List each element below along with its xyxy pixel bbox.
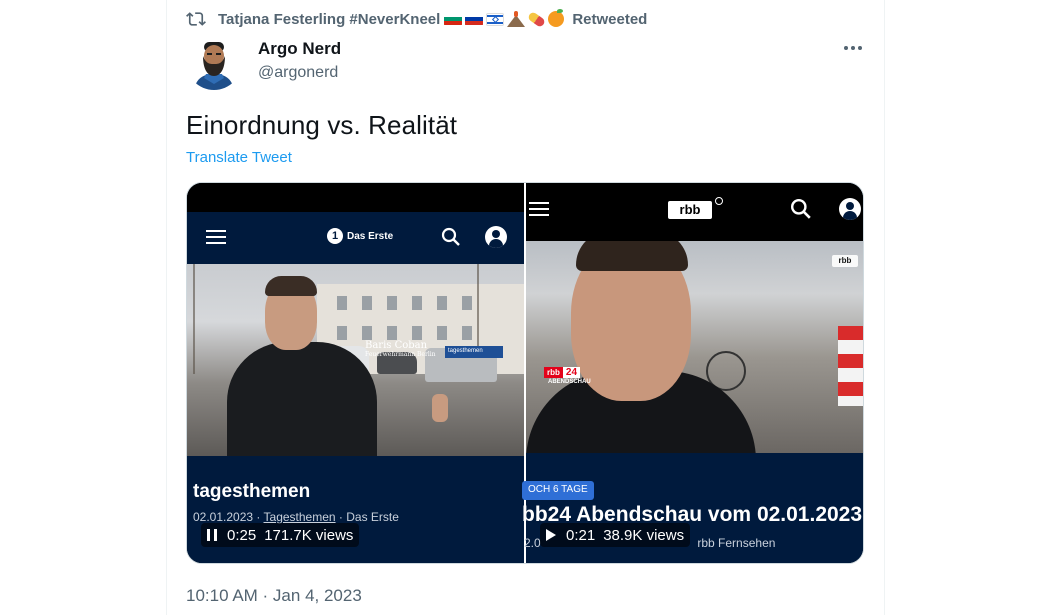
media-grid: 1 Das Erste Baris Coban Feuerwehrmann Be…: [186, 182, 864, 564]
avatar[interactable]: [186, 34, 242, 90]
russia-flag-icon: [465, 12, 484, 26]
registered-icon: [715, 197, 723, 205]
rbb24-badge: rbb 24: [544, 367, 581, 378]
availability-chip: OCH 6 TAGE: [522, 481, 594, 500]
user-profile-icon: [839, 198, 861, 220]
video-channel: rbb Fernsehen: [697, 536, 776, 550]
video-date: 2.0: [524, 536, 541, 550]
play-icon[interactable]: [546, 529, 556, 541]
video-time: 0:25: [227, 526, 257, 544]
hamburger-menu-icon: [206, 230, 226, 244]
retweet-icon: [186, 12, 206, 26]
rbb-logo: rbb: [668, 201, 712, 219]
video-views: 38.9K views: [603, 526, 685, 544]
video-right[interactable]: rbb rbb rbb 24 ABENDSCHAU OCH 6 TAGE bb2…: [522, 183, 863, 563]
lower-third-role: Feuerwehrmann Berlin: [365, 351, 436, 358]
dot-icon: [858, 46, 862, 50]
user-profile-icon: [485, 226, 507, 248]
tagesthemen-bug: tagesthemen: [445, 346, 503, 358]
video-controls: 0:21 38.9K views: [540, 523, 691, 547]
hamburger-menu-icon: [529, 202, 549, 216]
tree: [193, 264, 253, 374]
search-icon: [790, 198, 811, 219]
video-meta: 02.01.2023 · Tagesthemen · Das Erste: [193, 510, 399, 524]
traffic-barrier: [838, 326, 863, 406]
search-icon: [441, 227, 460, 246]
video-left[interactable]: 1 Das Erste Baris Coban Feuerwehrmann Be…: [187, 183, 524, 563]
das-erste-1-icon: 1: [327, 228, 343, 244]
rbb-corner-logo: rbb: [832, 255, 858, 267]
person-jacket: [227, 342, 377, 456]
retweeter-name[interactable]: Tatjana Festerling #NeverKneel: [218, 11, 440, 28]
video-frame: rbb: [526, 241, 863, 453]
video-frame: [187, 264, 524, 456]
video-channel: Das Erste: [346, 510, 399, 524]
author-handle[interactable]: @argonerd: [258, 64, 338, 82]
thumb: [432, 394, 448, 422]
volcano-icon: [507, 11, 526, 27]
video-date: 02.01.2023: [193, 510, 254, 524]
das-erste-logo: 1 Das Erste: [327, 228, 393, 244]
dot-icon: [851, 46, 855, 50]
retweeter-emoji: [444, 9, 565, 28]
video-views: 171.7K views: [264, 526, 354, 544]
person-hair: [576, 241, 688, 271]
das-erste-logo-text: Das Erste: [347, 230, 394, 242]
video-controls: 0:25 171.7K views: [201, 523, 360, 547]
retweet-context[interactable]: Tatjana Festerling #NeverKneel Retweeted: [186, 8, 647, 30]
video-letterbox: [187, 183, 524, 212]
rbb24-badge-24: 24: [562, 367, 581, 378]
rbb24-subtitle: ABENDSCHAU: [548, 379, 591, 385]
bearded-man-avatar-icon: [186, 34, 242, 90]
lower-third-name: Baris Coban: [365, 340, 428, 351]
israel-flag-icon: [486, 12, 505, 26]
lower-third: Baris Coban Feuerwehrmann Berlin: [365, 340, 436, 358]
person-hair: [265, 276, 317, 296]
video-show-link: Tagesthemen: [263, 510, 336, 524]
pill-icon: [527, 10, 547, 28]
tweet-timestamp[interactable]: 10:10 AM · Jan 4, 2023: [186, 586, 362, 606]
pause-icon[interactable]: [207, 529, 217, 541]
tweet-text: Einordnung vs. Realität: [186, 110, 458, 140]
video-time: 0:21: [566, 526, 596, 544]
dot-icon: [844, 46, 848, 50]
more-options-button[interactable]: [838, 36, 868, 60]
author-name[interactable]: Argo Nerd: [258, 39, 341, 59]
rbb24-badge-rbb: rbb: [544, 367, 563, 378]
orange-icon: [548, 9, 565, 27]
video-title: tagesthemen: [193, 481, 311, 502]
translate-tweet-link[interactable]: Translate Tweet: [186, 149, 292, 166]
retweeted-label: Retweeted: [572, 10, 648, 28]
bulgaria-flag-icon: [444, 12, 463, 26]
